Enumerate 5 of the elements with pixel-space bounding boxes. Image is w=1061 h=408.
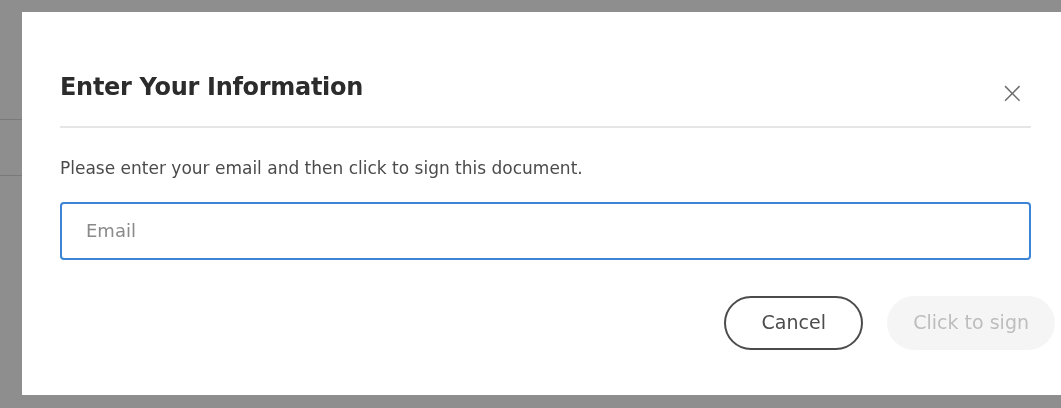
dialog-title: Enter Your Information [60, 72, 364, 102]
instruction-text: Please enter your email and then click to sign this document. [60, 157, 584, 180]
email-field[interactable]: Email [60, 201, 1031, 260]
close-button[interactable]: × [993, 78, 1031, 108]
cancel-button[interactable]: Cancel [724, 295, 864, 350]
